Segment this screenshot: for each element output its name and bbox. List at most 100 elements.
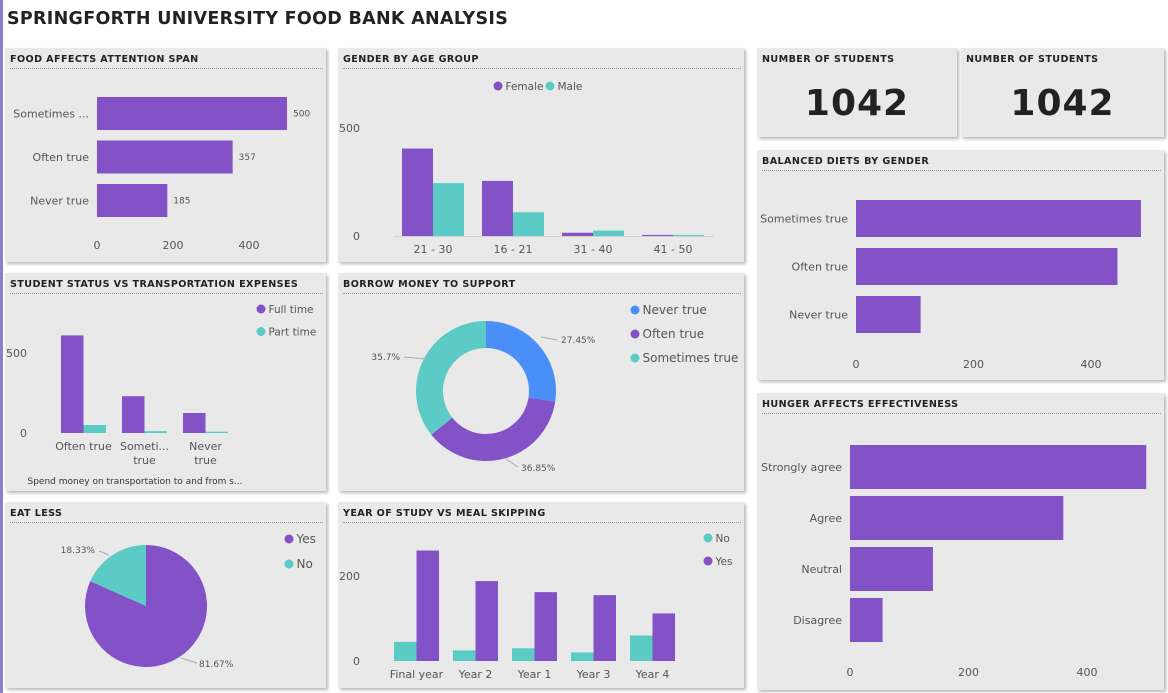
bar — [652, 613, 675, 661]
legend-marker — [493, 81, 503, 91]
donut-slice — [431, 397, 556, 461]
bar — [593, 595, 616, 661]
tick-label: 500 — [6, 347, 27, 360]
category-label: Year 4 — [635, 668, 670, 681]
data-label: 35.7% — [371, 353, 400, 363]
tick-label: 400 — [1081, 358, 1102, 371]
tick-label: 200 — [339, 570, 360, 583]
legend-label: Female — [506, 81, 544, 93]
tick-label: 400 — [1077, 666, 1098, 679]
bar — [513, 212, 544, 236]
bar — [856, 296, 921, 333]
tick-label: 200 — [163, 239, 184, 252]
bar — [673, 234, 704, 236]
borrow-panel[interactable]: BORROW MONEY TO SUPPORT 27.45% 36.85% 35.7… — [338, 273, 744, 491]
bar — [83, 425, 106, 433]
category-label: Strongly agree — [761, 461, 842, 474]
category-label: Year 3 — [576, 668, 611, 681]
kpi-1-value: 1042 — [804, 83, 910, 124]
gender-panel[interactable]: GENDER BY AGE GROUP 21 - 30 16 - 21 31 - 4… — [338, 48, 744, 262]
attention-panel[interactable]: FOOD AFFECTS ATTENTION SPAN Sometimes ..… — [5, 48, 326, 262]
category-label: Often true — [55, 440, 112, 453]
category-label: Neutral — [801, 563, 842, 576]
bar — [97, 140, 233, 174]
category-label: Often true — [33, 151, 90, 164]
bar — [475, 581, 498, 661]
category-label: Never true — [30, 195, 89, 208]
bar — [433, 183, 464, 236]
legend-label: Part time — [269, 327, 317, 339]
leader-line — [505, 458, 519, 468]
kpi-card-2[interactable]: NUMBER OF STUDENTS 1042 — [961, 48, 1164, 137]
bar — [122, 396, 145, 433]
legend-label: Never true — [643, 303, 707, 317]
leader-line — [403, 356, 428, 360]
category-label: Never — [189, 440, 222, 453]
legend-marker — [256, 304, 266, 314]
transport-panel[interactable]: STUDENT STATUS VS TRANSPORTATION EXPENSE… — [5, 273, 326, 491]
legend-marker — [256, 327, 266, 336]
legend-label: Often true — [643, 327, 705, 341]
year-panel[interactable]: YEAR OF STUDY VS MEAL SKIPPING Final yea… — [338, 502, 744, 688]
bar — [453, 650, 476, 661]
hunger-panel[interactable]: HUNGER AFFECTS EFFECTIVENESS Strongly ag… — [757, 393, 1164, 690]
left-edge-bar — [0, 0, 3, 693]
bar — [402, 148, 433, 236]
tick-label: 200 — [963, 358, 984, 371]
legend-label: No — [297, 557, 313, 571]
legend-marker — [630, 305, 640, 315]
data-label: 185 — [173, 197, 190, 207]
category-label: Final year — [390, 668, 444, 681]
bar — [562, 232, 593, 236]
bar — [61, 335, 84, 433]
category-label: Disagree — [793, 614, 842, 627]
legend-label: No — [716, 533, 730, 545]
bar — [850, 547, 933, 591]
bar — [856, 248, 1118, 285]
category-label: Never true — [789, 309, 848, 322]
tick-label: 0 — [20, 427, 27, 440]
eatless-chart: 81.67% 18.33% Yes No — [61, 532, 316, 670]
bar — [416, 550, 439, 661]
category-label: Agree — [810, 512, 843, 525]
transport-chart: Often true Someti...trueNevertrue0500Full… — [6, 304, 317, 487]
legend-label: Yes — [715, 556, 733, 568]
tick-label: 0 — [353, 655, 360, 668]
category-label: Year 1 — [517, 668, 552, 681]
category-label: 31 - 40 — [574, 243, 613, 256]
kpi-2-title: NUMBER OF STUDENTS — [966, 54, 1099, 65]
eatless-panel[interactable]: EAT LESS 81.67% 18.33% Yes No — [5, 502, 326, 688]
year-chart: Final year Year 2 Year 1 Year 3 Year 4 0 200 No… — [339, 533, 733, 681]
legend-label: Yes — [296, 532, 316, 546]
category-label: 16 - 21 — [494, 243, 533, 256]
kpi-card-1[interactable]: NUMBER OF STUDENTS 1042 — [757, 48, 957, 137]
bar — [205, 431, 228, 433]
leader-line — [98, 550, 110, 556]
tick-label: 0 — [847, 666, 854, 679]
x-axis-title: Spend money on transportation to and fro… — [28, 477, 243, 487]
gender-chart: 21 - 30 16 - 21 31 - 40 41 - 50 0 500 Female Ma… — [339, 81, 714, 256]
diets-panel[interactable]: BALANCED DIETS BY GENDER Sometimes true O… — [757, 150, 1164, 380]
diets-chart: Sometimes true Often true Never true 0 200 40… — [760, 200, 1141, 371]
bar — [97, 184, 168, 217]
category-label: true — [133, 454, 156, 467]
bar — [144, 431, 167, 433]
borrow-chart: 27.45% 36.85% 35.7% Never true Often true Som… — [371, 303, 738, 474]
category-label: Often true — [792, 261, 849, 274]
legend-marker — [630, 353, 640, 363]
data-label: 36.85% — [521, 464, 556, 474]
page-title: SPRINGFORTH UNIVERSITY FOOD BANK ANALYSI… — [7, 9, 509, 29]
bar — [850, 496, 1064, 540]
legend-marker — [703, 533, 713, 543]
bar — [394, 641, 417, 661]
kpi-1-title: NUMBER OF STUDENTS — [762, 54, 895, 65]
bar — [850, 598, 883, 642]
leader-line — [180, 657, 198, 664]
bar — [642, 234, 673, 236]
legend-label: Full time — [269, 304, 314, 316]
bar — [512, 648, 535, 661]
leader-line — [540, 336, 558, 341]
legend-marker — [545, 81, 555, 91]
tick-label: 0 — [353, 230, 360, 243]
category-label: true — [194, 454, 217, 467]
